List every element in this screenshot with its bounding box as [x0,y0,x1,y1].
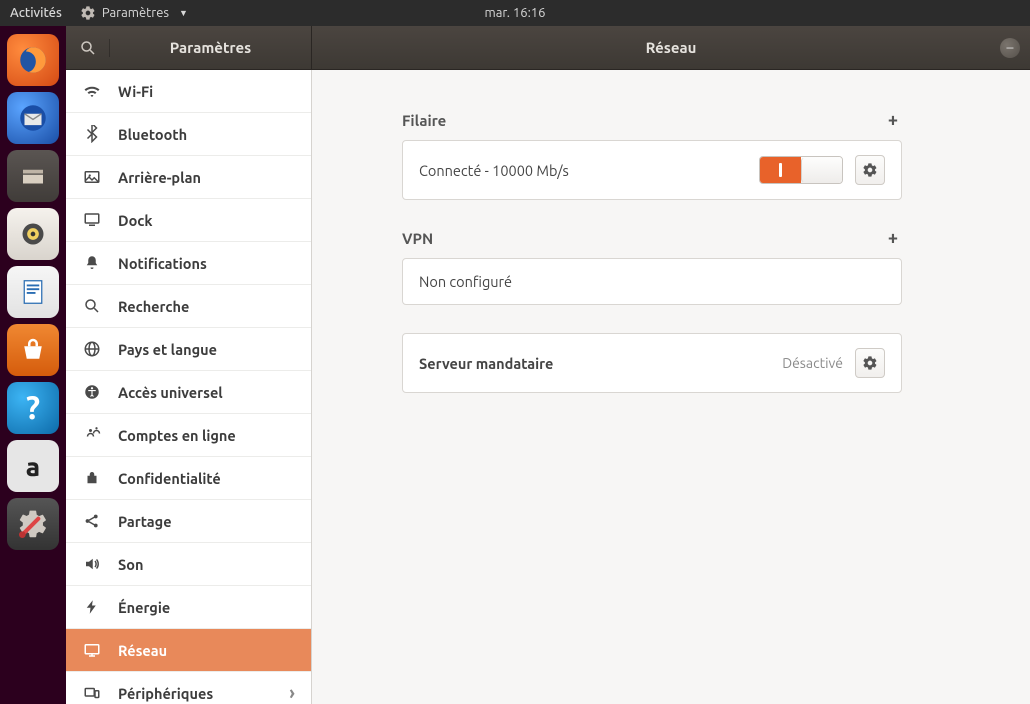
sidebar-item-background[interactable]: Arrière-plan [66,156,311,199]
sidebar-item-label: Dock [118,212,153,229]
vpn-title: VPN [402,230,433,247]
devices-icon [82,684,102,702]
wired-status: Connecté - 10000 Mb/s [419,162,747,179]
launcher-writer[interactable] [7,266,59,318]
sidebar-item-network[interactable]: Réseau [66,629,311,672]
gear-icon [80,5,96,21]
sidebar-item-accounts[interactable]: Comptes en ligne [66,414,311,457]
sound-icon [82,555,102,573]
search-button[interactable] [66,39,110,57]
plus-icon: + [888,110,898,130]
sidebar-item-wifi[interactable]: Wi-Fi [66,70,311,113]
proxy-settings-button[interactable] [855,348,885,378]
launcher-settings[interactable] [7,498,59,550]
sidebar-item-globe[interactable]: Pays et langue [66,328,311,371]
launcher-thunderbird[interactable] [7,92,59,144]
proxy-section: Serveur mandataire Désactivé [402,333,902,393]
launcher-dock: ? a [0,26,66,704]
clock[interactable]: mar. 16:16 [485,6,546,20]
vpn-section: VPN + Non configuré [402,228,902,305]
globe-icon [82,340,102,358]
sidebar-item-bluetooth[interactable]: Bluetooth [66,113,311,156]
close-button[interactable]: – [1000,38,1020,58]
add-wired-button[interactable]: + [884,110,902,130]
sidebar-item-label: Confidentialité [118,470,221,487]
sidebar-item-label: Wi-Fi [118,83,153,100]
sidebar-item-label: Arrière-plan [118,169,201,186]
proxy-title: Serveur mandataire [419,355,770,372]
sidebar-item-label: Comptes en ligne [118,427,236,444]
gear-icon [862,355,878,371]
launcher-software[interactable] [7,324,59,376]
network-panel: Filaire + Connecté - 10000 Mb/s [312,70,1030,704]
search-icon [82,297,102,315]
launcher-amazon[interactable]: a [7,440,59,492]
wired-title: Filaire [402,112,446,129]
activities-button[interactable]: Activités [10,6,62,20]
wired-section: Filaire + Connecté - 10000 Mb/s [402,110,902,200]
chevron-down-icon: ▼ [179,8,188,18]
app-menu[interactable]: Paramètres ▼ [80,5,188,21]
sidebar-item-label: Pays et langue [118,341,217,358]
headerbar: Paramètres Réseau – [66,26,1030,70]
wired-settings-button[interactable] [855,155,885,185]
gear-icon [862,162,878,178]
vpn-status: Non configuré [419,273,885,290]
accounts-icon [82,426,102,444]
sidebar-title: Paramètres [110,39,311,56]
sidebar-item-label: Son [118,556,143,573]
launcher-firefox[interactable] [7,34,59,86]
sidebar-item-dock[interactable]: Dock [66,199,311,242]
launcher-help[interactable]: ? [7,382,59,434]
dock-icon [82,211,102,229]
sidebar-item-devices[interactable]: Périphériques › [66,672,311,704]
sidebar-item-label: Partage [118,513,172,530]
proxy-row[interactable]: Serveur mandataire Désactivé [403,334,901,392]
background-icon [82,168,102,186]
plus-icon: + [888,228,898,248]
share-icon [82,512,102,530]
sidebar-item-privacy[interactable]: Confidentialité [66,457,311,500]
bluetooth-icon [82,125,102,143]
bell-icon [82,254,102,272]
sidebar-item-bell[interactable]: Notifications [66,242,311,285]
sidebar-item-label: Bluetooth [118,126,187,143]
wired-toggle[interactable] [759,156,843,184]
sidebar-item-search[interactable]: Recherche [66,285,311,328]
minus-icon: – [1007,40,1014,54]
accessibility-icon [82,383,102,401]
power-icon [82,598,102,616]
network-icon [82,641,102,659]
sidebar-item-accessibility[interactable]: Accès universel [66,371,311,414]
sidebar-item-label: Recherche [118,298,189,315]
vpn-row: Non configuré [403,259,901,304]
sidebar-item-label: Réseau [118,642,167,659]
launcher-files[interactable] [7,150,59,202]
sidebar-item-sound[interactable]: Son [66,543,311,586]
proxy-status: Désactivé [782,355,843,371]
sidebar-item-label: Périphériques [118,685,213,702]
search-icon [79,39,97,57]
sidebar-item-label: Énergie [118,599,170,616]
add-vpn-button[interactable]: + [884,228,902,248]
wired-connection-row: Connecté - 10000 Mb/s [403,141,901,199]
settings-sidebar: Wi-Fi Bluetooth Arrière-plan Dock Notificati… [66,70,312,704]
sidebar-item-power[interactable]: Énergie [66,586,311,629]
panel-title: Réseau [646,39,697,56]
wifi-icon [82,82,102,100]
sidebar-item-label: Notifications [118,255,207,272]
system-topbar: Activités Paramètres ▼ mar. 16:16 [0,0,1030,26]
settings-window: Paramètres Réseau – Wi-Fi Bluetooth Arrièr… [66,26,1030,704]
sidebar-item-share[interactable]: Partage [66,500,311,543]
launcher-rhythmbox[interactable] [7,208,59,260]
sidebar-item-label: Accès universel [118,384,223,401]
app-menu-label: Paramètres [102,6,169,20]
privacy-icon [82,469,102,487]
chevron-right-icon: › [289,683,295,703]
